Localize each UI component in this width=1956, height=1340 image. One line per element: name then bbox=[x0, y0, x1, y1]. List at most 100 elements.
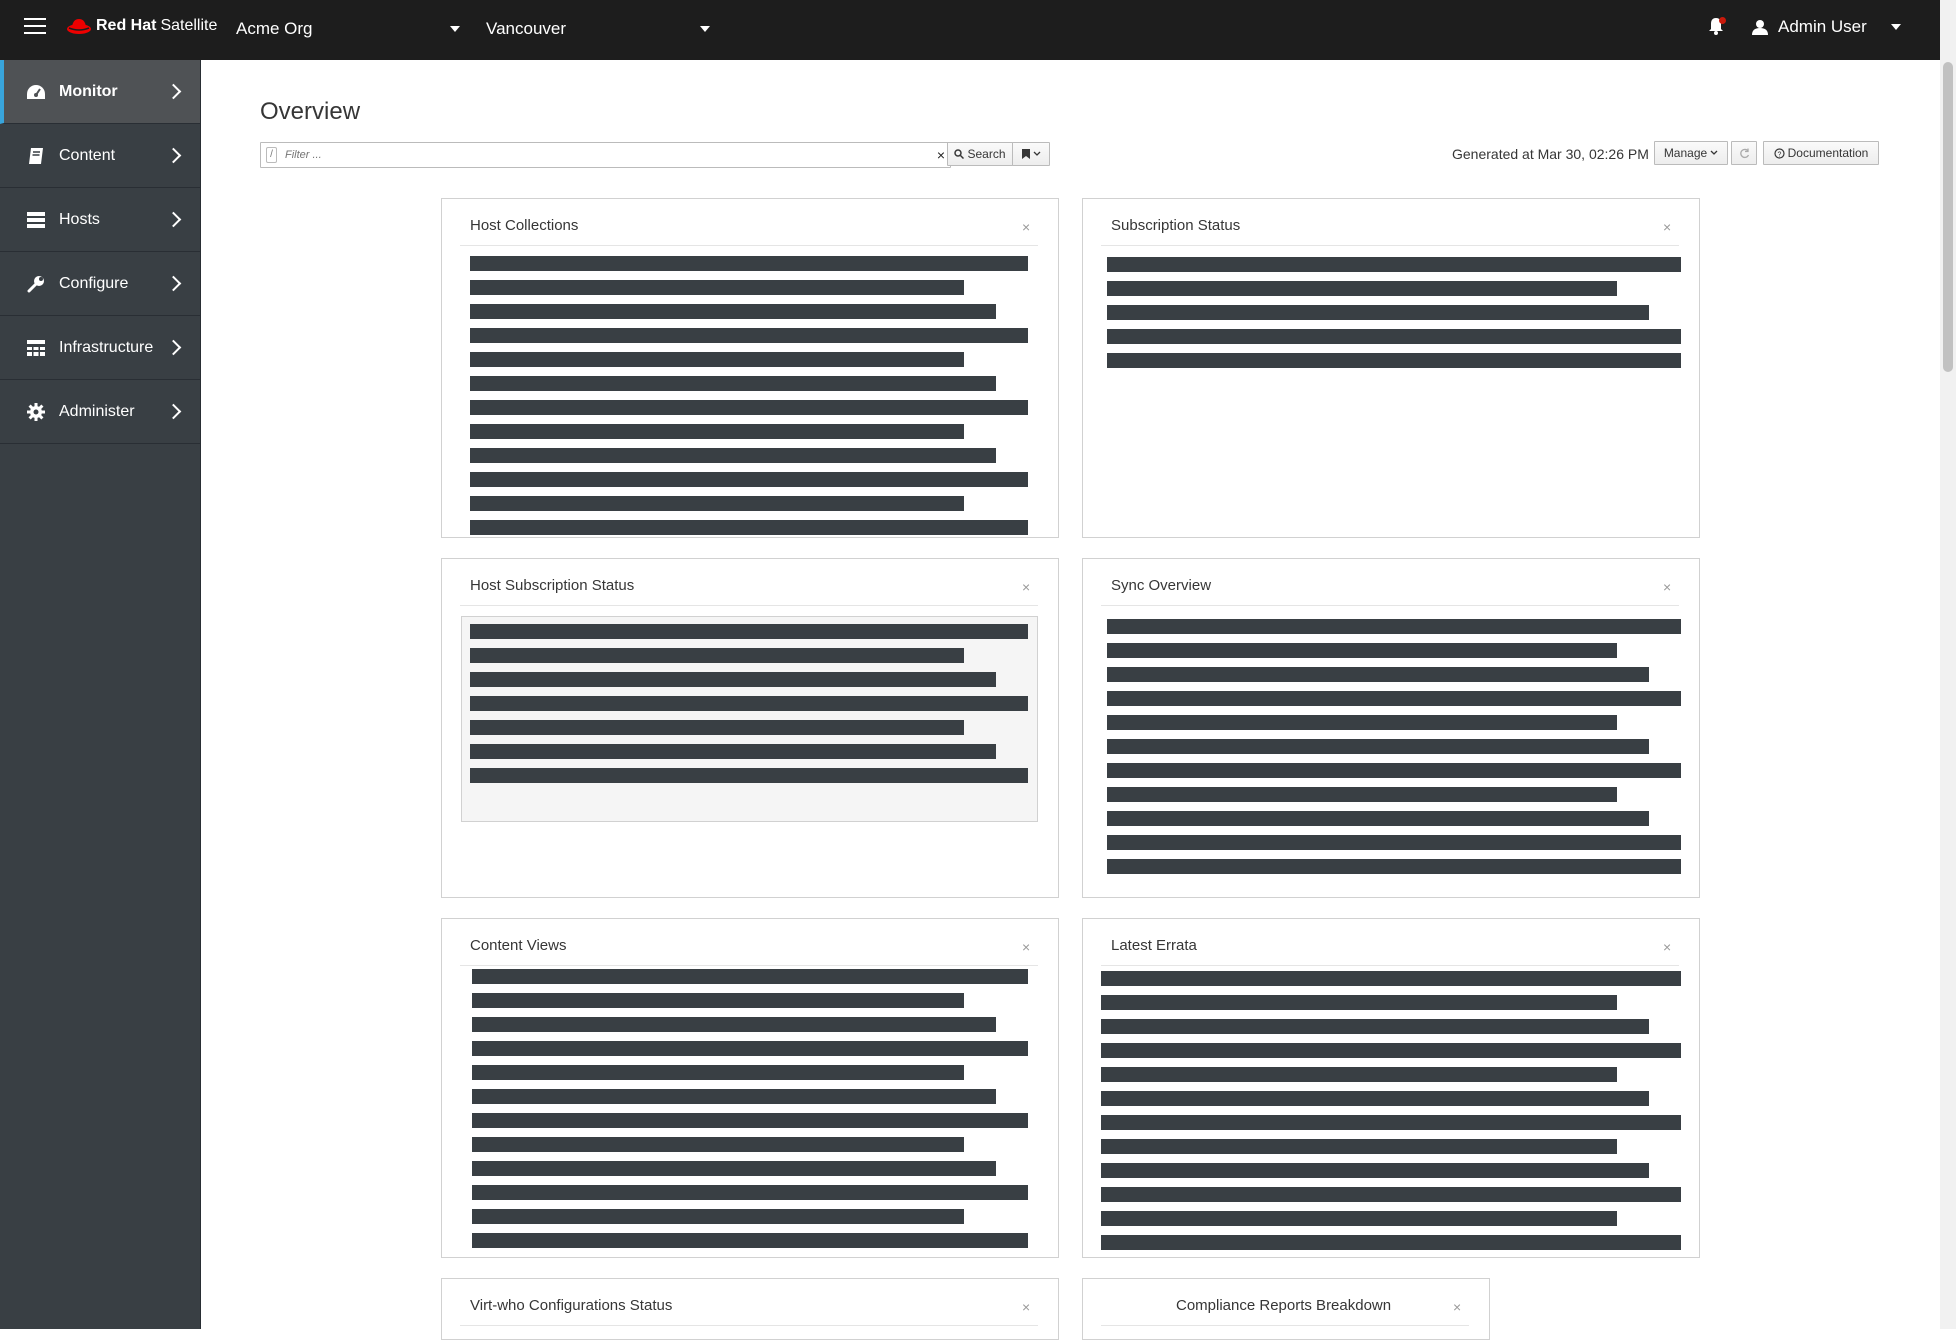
redacted-row bbox=[1107, 353, 1681, 368]
organization-caret-icon[interactable] bbox=[450, 26, 460, 32]
sidebar-item-monitor[interactable]: Monitor bbox=[0, 60, 200, 124]
book-icon bbox=[26, 146, 46, 166]
organization-selector[interactable]: Acme Org bbox=[236, 19, 313, 39]
chevron-right-icon bbox=[165, 339, 182, 356]
manage-button-label: Manage bbox=[1663, 146, 1708, 160]
redacted-row bbox=[1101, 1091, 1649, 1106]
redacted-row bbox=[1107, 329, 1681, 344]
redhat-logo-icon bbox=[67, 19, 91, 34]
widget-divider bbox=[460, 1325, 1038, 1326]
redacted-row bbox=[470, 720, 964, 735]
redacted-row bbox=[1107, 305, 1649, 320]
scrollbar-thumb[interactable] bbox=[1943, 62, 1953, 372]
sidebar-item-content[interactable]: Content bbox=[0, 124, 200, 188]
sidebar-nav: Monitor Content Hosts Configure Infrastr… bbox=[0, 60, 201, 1329]
close-widget-icon[interactable]: × bbox=[1022, 1299, 1030, 1315]
close-widget-icon[interactable]: × bbox=[1663, 219, 1671, 235]
redacted-row bbox=[1107, 257, 1681, 272]
widget-title: Sync Overview bbox=[1111, 577, 1212, 594]
redacted-row bbox=[470, 352, 964, 367]
page-title: Overview bbox=[260, 98, 361, 125]
masthead: Red Hat Satellite Acme Org Vancouver Adm… bbox=[0, 0, 1956, 60]
gear-icon bbox=[26, 402, 46, 422]
clear-search-icon[interactable]: × bbox=[937, 147, 945, 163]
redacted-row bbox=[1101, 1235, 1681, 1250]
redacted-row bbox=[472, 1041, 1028, 1056]
brand-logo[interactable]: Red Hat Satellite bbox=[66, 17, 217, 35]
redacted-row bbox=[470, 328, 1028, 343]
chevron-down-icon bbox=[1033, 151, 1040, 156]
redacted-row bbox=[472, 1161, 996, 1176]
widget-host-collections: Host Collections × bbox=[441, 198, 1059, 538]
chevron-down-icon bbox=[1710, 150, 1718, 155]
redacted-row bbox=[470, 672, 996, 687]
sidebar-item-hosts[interactable]: Hosts bbox=[0, 188, 200, 252]
widget-divider bbox=[460, 245, 1038, 246]
redacted-row bbox=[1107, 859, 1681, 874]
redacted-row bbox=[470, 624, 1028, 639]
redacted-row bbox=[1101, 1211, 1617, 1226]
redacted-row bbox=[470, 304, 996, 319]
close-widget-icon[interactable]: × bbox=[1663, 579, 1671, 595]
sidebar-item-label: Infrastructure bbox=[59, 338, 154, 356]
location-caret-icon[interactable] bbox=[700, 26, 710, 32]
sidebar-item-label: Content bbox=[59, 146, 116, 164]
chevron-right-icon bbox=[165, 275, 182, 292]
redacted-row bbox=[472, 1065, 964, 1080]
redacted-row bbox=[1107, 619, 1681, 634]
redacted-row bbox=[1107, 787, 1617, 802]
close-widget-icon[interactable]: × bbox=[1022, 939, 1030, 955]
manage-dropdown-button[interactable]: Manage bbox=[1654, 141, 1728, 165]
bookmark-dropdown-button[interactable] bbox=[1012, 142, 1050, 166]
redacted-row bbox=[470, 744, 996, 759]
documentation-button[interactable]: ? Documentation bbox=[1763, 141, 1879, 165]
close-widget-icon[interactable]: × bbox=[1663, 939, 1671, 955]
redacted-row bbox=[472, 1233, 1028, 1248]
widget-title: Content Views bbox=[470, 937, 567, 954]
redacted-row bbox=[470, 520, 1028, 535]
hamburger-menu-icon[interactable] bbox=[24, 18, 46, 36]
brand-redhat-text: Red Hat bbox=[96, 17, 157, 34]
sidebar-item-configure[interactable]: Configure bbox=[0, 252, 200, 316]
documentation-button-label: Documentation bbox=[1787, 146, 1869, 160]
search-button-label: Search bbox=[967, 147, 1006, 161]
user-caret-icon bbox=[1890, 24, 1901, 30]
search-syntax-icon: / bbox=[266, 147, 277, 163]
help-circle-icon: ? bbox=[1774, 147, 1785, 159]
search-button[interactable]: Search bbox=[947, 142, 1013, 166]
location-selector[interactable]: Vancouver bbox=[486, 19, 566, 39]
page-scrollbar[interactable] bbox=[1940, 0, 1956, 1329]
search-input[interactable] bbox=[283, 145, 917, 165]
redacted-row bbox=[1101, 1115, 1681, 1130]
refresh-icon bbox=[1739, 148, 1749, 158]
widget-divider bbox=[1101, 245, 1679, 246]
widget-virt-who-configurations-status: Virt-who Configurations Status × bbox=[441, 1278, 1059, 1340]
redacted-row bbox=[470, 472, 1028, 487]
redacted-row bbox=[1101, 1019, 1649, 1034]
redacted-row bbox=[1107, 281, 1617, 296]
notification-bell-icon[interactable] bbox=[1708, 17, 1726, 37]
redacted-row bbox=[1107, 691, 1681, 706]
main-content: Overview / × Search Generated at Mar 30,… bbox=[201, 60, 1941, 1340]
close-widget-icon[interactable]: × bbox=[1022, 219, 1030, 235]
user-menu[interactable]: Admin User bbox=[1752, 17, 1901, 37]
server-icon bbox=[26, 210, 46, 230]
widget-host-subscription-status: Host Subscription Status × bbox=[441, 558, 1059, 898]
refresh-button[interactable] bbox=[1731, 141, 1757, 165]
redacted-row bbox=[1101, 1139, 1617, 1154]
redacted-row bbox=[1107, 739, 1649, 754]
network-icon bbox=[26, 338, 46, 358]
redacted-row bbox=[1101, 995, 1617, 1010]
widget-divider bbox=[460, 605, 1038, 606]
sidebar-item-administer[interactable]: Administer bbox=[0, 380, 200, 444]
close-widget-icon[interactable]: × bbox=[1453, 1299, 1461, 1315]
widget-title: Compliance Reports Breakdown bbox=[1176, 1297, 1392, 1314]
widget-subscription-status: Subscription Status × bbox=[1082, 198, 1700, 538]
widget-divider bbox=[1101, 1325, 1469, 1326]
sidebar-item-infrastructure[interactable]: Infrastructure bbox=[0, 316, 200, 380]
close-widget-icon[interactable]: × bbox=[1022, 579, 1030, 595]
redacted-row bbox=[472, 969, 1028, 984]
redacted-row bbox=[470, 496, 964, 511]
redacted-row bbox=[470, 648, 964, 663]
redacted-row bbox=[470, 448, 996, 463]
